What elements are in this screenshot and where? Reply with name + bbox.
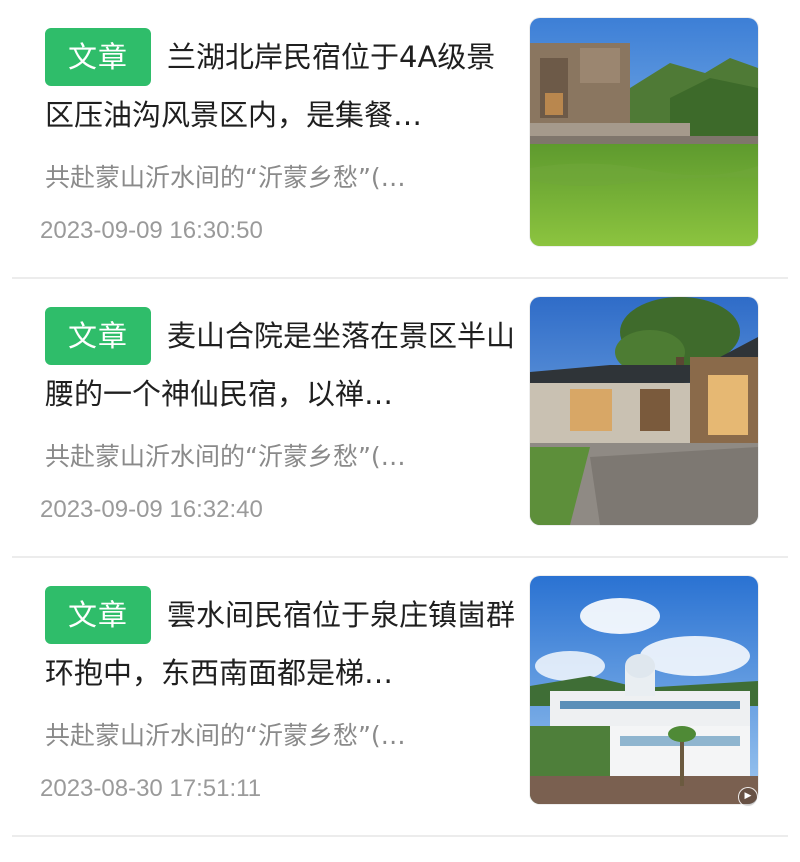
article-thumbnail[interactable] — [530, 18, 758, 246]
lake-village-photo-icon — [530, 18, 758, 246]
courtyard-house-photo-icon — [530, 297, 758, 525]
article-summary: 共赴蒙山沂水间的“沂蒙乡愁”(… — [45, 442, 406, 471]
article-item[interactable]: 麦山合院是坐落在景区半山腰的一个神仙民宿，以禅… 文章 共赴蒙山沂水间的“沂蒙乡… — [0, 279, 800, 558]
article-item[interactable]: 兰湖北岸民宿位于4A级景区压油沟风景区内，是集餐… 文章 共赴蒙山沂水间的“沂蒙… — [0, 0, 800, 279]
article-type-badge: 文章 — [45, 28, 151, 86]
article-item[interactable]: 雲水间民宿位于泉庄镇崮群环抱中，东西南面都是梯… 文章 共赴蒙山沂水间的“沂蒙乡… — [0, 558, 800, 837]
divider — [12, 835, 788, 837]
white-villa-photo-icon — [530, 576, 758, 804]
article-summary: 共赴蒙山沂水间的“沂蒙乡愁”(… — [45, 721, 406, 750]
article-feed: 兰湖北岸民宿位于4A级景区压油沟风景区内，是集餐… 文章 共赴蒙山沂水间的“沂蒙… — [0, 0, 800, 862]
article-timestamp: 2023-09-09 16:32:40 — [40, 496, 263, 523]
article-timestamp: 2023-08-30 17:51:11 — [40, 775, 262, 802]
article-type-badge: 文章 — [45, 586, 151, 644]
article-timestamp: 2023-09-09 16:30:50 — [40, 217, 263, 244]
article-type-badge: 文章 — [45, 307, 151, 365]
article-thumbnail[interactable] — [530, 576, 758, 804]
article-thumbnail[interactable] — [530, 297, 758, 525]
play-icon[interactable]: ▶ — [738, 787, 758, 807]
article-summary: 共赴蒙山沂水间的“沂蒙乡愁”(… — [45, 163, 406, 192]
